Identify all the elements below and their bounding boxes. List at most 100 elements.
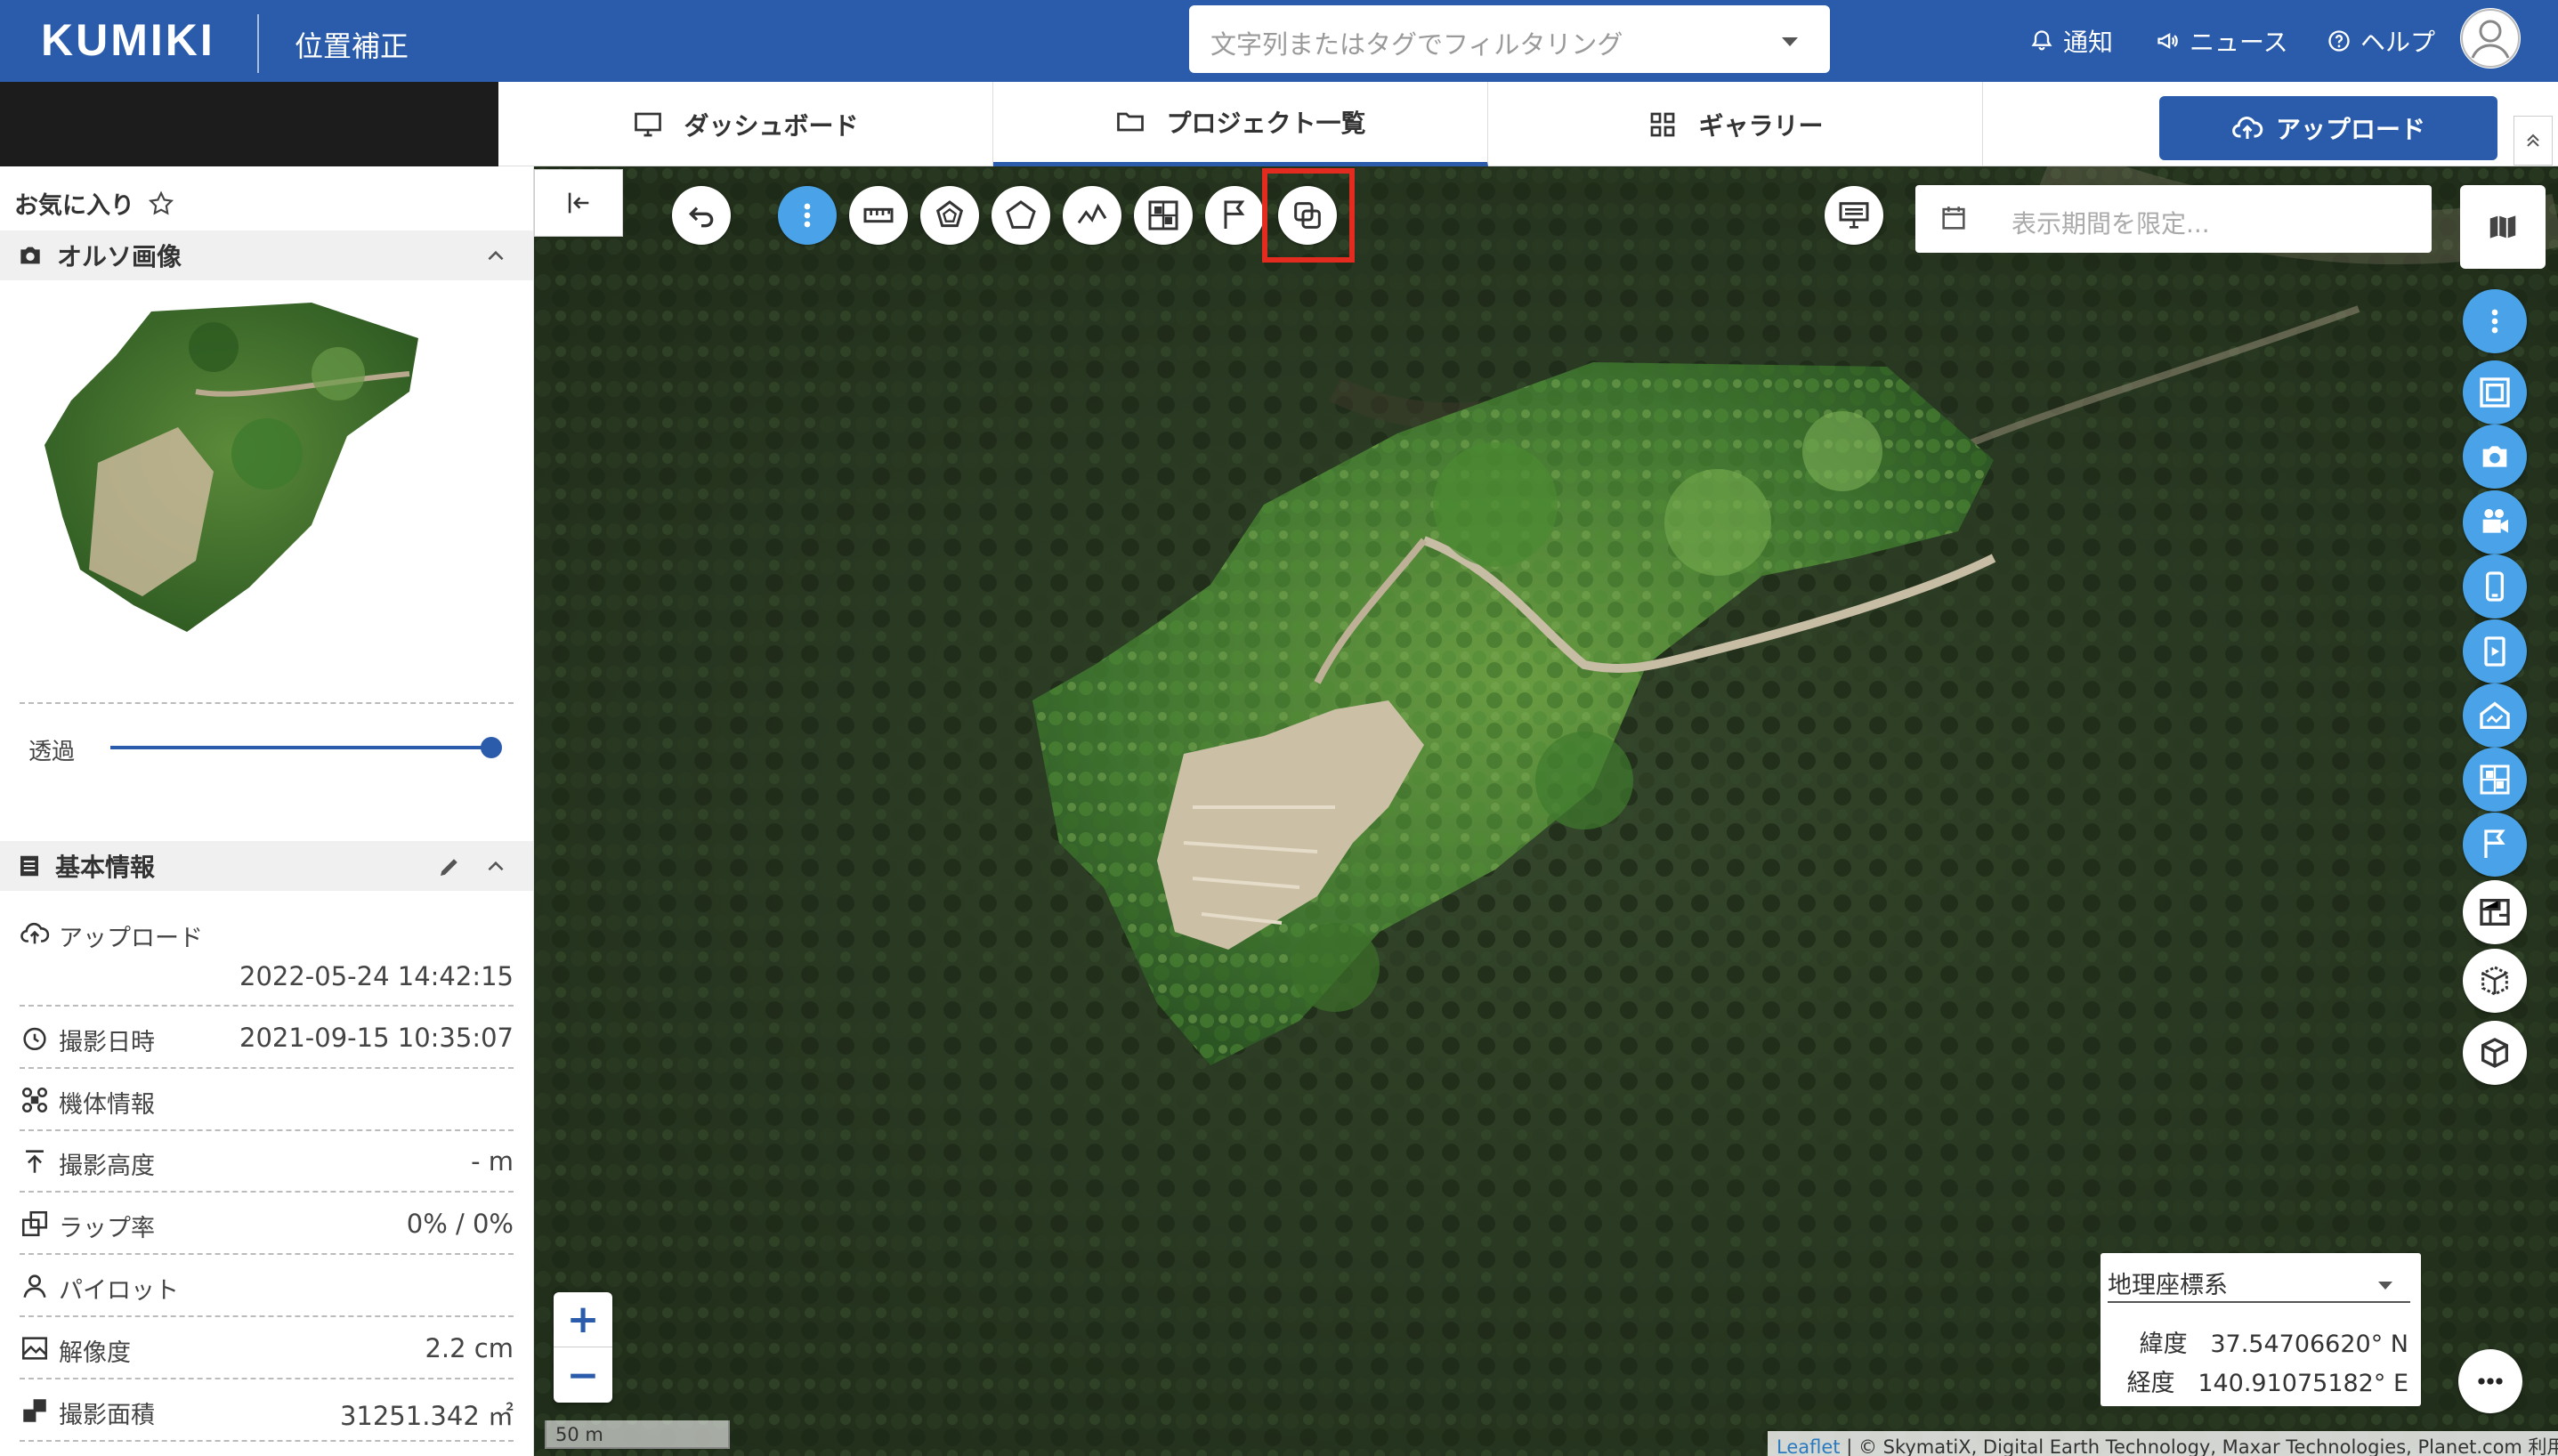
flag-layer-button[interactable] <box>2463 813 2527 877</box>
undo-button[interactable] <box>672 186 731 245</box>
info-value: 2021-09-15 10:35:07 <box>239 1023 514 1053</box>
latitude-label: 緯度 <box>2139 1331 2188 1358</box>
undo-icon <box>688 206 714 228</box>
layer-menu-button[interactable] <box>2463 289 2527 353</box>
tab-dashboard[interactable]: ダッシュボード <box>498 82 993 166</box>
video-layer-button[interactable] <box>2463 490 2527 554</box>
user-avatar[interactable] <box>2460 8 2521 69</box>
3d-model-button[interactable] <box>2463 1021 2527 1085</box>
notifications-label: 通知 <box>2063 28 2114 57</box>
map-attribution: Leaflet | © SkymatiX, Digital Earth Tech… <box>1768 1431 2558 1456</box>
layers-button[interactable] <box>2460 185 2546 269</box>
bell-icon <box>2031 30 2052 51</box>
grid-icon <box>1651 112 1675 136</box>
measure-distance-button[interactable] <box>849 186 908 245</box>
attribution-text: | © SkymatiX, Digital Earth Technology, … <box>1840 1436 2558 1456</box>
more-vertical-icon <box>2491 309 2498 334</box>
pentagon-icon <box>1006 200 1036 229</box>
zoom-control: + − <box>554 1292 612 1403</box>
drawing-layer-button[interactable] <box>2463 880 2527 944</box>
latitude-row: 緯度 37.54706620° N <box>2140 1324 2408 1359</box>
logo-divider <box>257 14 259 73</box>
zoom-in-button[interactable]: + <box>554 1292 612 1347</box>
zoom-out-button[interactable]: − <box>554 1347 612 1403</box>
flag-icon <box>1224 200 1245 229</box>
opacity-slider-handle[interactable] <box>481 737 502 758</box>
more-vertical-icon <box>804 203 811 228</box>
altitude-icon <box>26 1150 44 1173</box>
chevron-down-icon <box>2378 1282 2392 1290</box>
pointcloud-layer-button[interactable] <box>2463 949 2527 1013</box>
tab-projects[interactable]: プロジェクト一覧 <box>993 82 1488 166</box>
person-icon <box>23 1274 46 1298</box>
info-label: 撮影高度 <box>59 1153 155 1180</box>
favorite-label: お気に入り <box>14 192 134 220</box>
display-mode-button[interactable] <box>1825 186 1883 245</box>
cube-icon <box>2481 1038 2508 1068</box>
tab-gallery[interactable]: ギャラリー <box>1488 82 1983 166</box>
date-range-input[interactable]: 表示期間を限定... <box>1915 185 2432 253</box>
nav-dark-area <box>0 82 498 166</box>
filter-placeholder: 文字列またはタグでフィルタリング <box>1210 29 1623 60</box>
flag-button[interactable] <box>1205 186 1264 245</box>
collapse-header-button[interactable] <box>2513 116 2553 166</box>
upload-label: アップロード <box>2275 115 2425 144</box>
menu-button[interactable] <box>778 186 837 245</box>
calendar-icon <box>1942 206 1965 230</box>
volume-layer-button[interactable] <box>2463 748 2527 812</box>
opacity-label: 透過 <box>28 739 76 765</box>
help-icon <box>2328 30 2350 52</box>
latitude-value: 37.54706620° N <box>2210 1331 2408 1358</box>
app-header: KUMIKI 位置補正 文字列またはタグでフィルタリング 通知 ニュース ヘルプ <box>0 0 2558 82</box>
coordinate-system-value: 地理座標系 <box>2108 1272 2228 1299</box>
chevron-up-icon[interactable] <box>484 855 507 878</box>
notifications-link[interactable]: 通知 <box>2029 23 2113 59</box>
coordinate-system-select[interactable]: 地理座標系 <box>2108 1266 2410 1303</box>
app-logo[interactable]: KUMIKI <box>41 14 215 66</box>
volume-button[interactable] <box>1134 186 1193 245</box>
info-label: 撮影日時 <box>59 1029 155 1056</box>
date-range-placeholder: 表示期間を限定... <box>2012 209 2210 239</box>
info-value: 31251.342 ㎡ <box>339 1401 514 1431</box>
tab-projects-label: プロジェクト一覧 <box>1166 109 1366 138</box>
elevation-profile-button[interactable] <box>1063 186 1121 245</box>
info-label: ラップ率 <box>59 1215 155 1242</box>
divider <box>20 702 514 704</box>
grid-blocks-icon <box>1148 200 1178 231</box>
media-layer-button[interactable] <box>2463 619 2527 684</box>
info-label: 解像度 <box>59 1339 131 1367</box>
upload-button[interactable]: アップロード <box>2159 96 2497 160</box>
basic-info-section-header[interactable]: 基本情報 <box>0 841 533 891</box>
clock-icon <box>23 1027 46 1051</box>
ortho-section-header[interactable]: オルソ画像 <box>0 231 533 280</box>
ortho-layer-button[interactable] <box>2463 360 2527 425</box>
help-label: ヘルプ <box>2360 28 2436 57</box>
info-label: 撮影面積 <box>59 1402 155 1429</box>
draw-polygon-button[interactable] <box>992 186 1050 245</box>
blueprint-icon <box>2480 899 2510 926</box>
site-layer-button[interactable] <box>2463 684 2527 748</box>
leaflet-link[interactable]: Leaflet <box>1777 1436 1841 1456</box>
scale-bar: 50 m <box>545 1420 730 1449</box>
user-icon <box>2461 9 2520 68</box>
help-link[interactable]: ヘルプ <box>2327 23 2435 59</box>
chevron-up-icon[interactable] <box>484 245 507 268</box>
ortho-thumbnail[interactable] <box>45 294 490 650</box>
favorite-toggle[interactable]: お気に入り <box>14 186 175 221</box>
upload-icon <box>20 922 50 944</box>
more-options-button[interactable] <box>2458 1349 2522 1413</box>
info-value: 2022-05-24 14:42:15 <box>239 961 514 991</box>
tag-filter-select[interactable]: 文字列またはタグでフィルタリング <box>1189 5 1830 73</box>
edit-icon[interactable] <box>436 853 463 880</box>
photo-layer-button[interactable] <box>2463 425 2527 489</box>
divider <box>20 1315 514 1317</box>
line-chart-icon <box>1077 203 1107 224</box>
area-polygon-icon <box>935 200 964 228</box>
measure-area-button[interactable] <box>920 186 979 245</box>
mobile-layer-button[interactable] <box>2463 554 2527 619</box>
info-value: - m <box>471 1146 514 1177</box>
opacity-slider-track[interactable] <box>110 746 493 749</box>
collapse-panel-button[interactable] <box>534 169 623 237</box>
news-link[interactable]: ニュース <box>2156 23 2288 59</box>
star-icon[interactable] <box>147 190 175 218</box>
